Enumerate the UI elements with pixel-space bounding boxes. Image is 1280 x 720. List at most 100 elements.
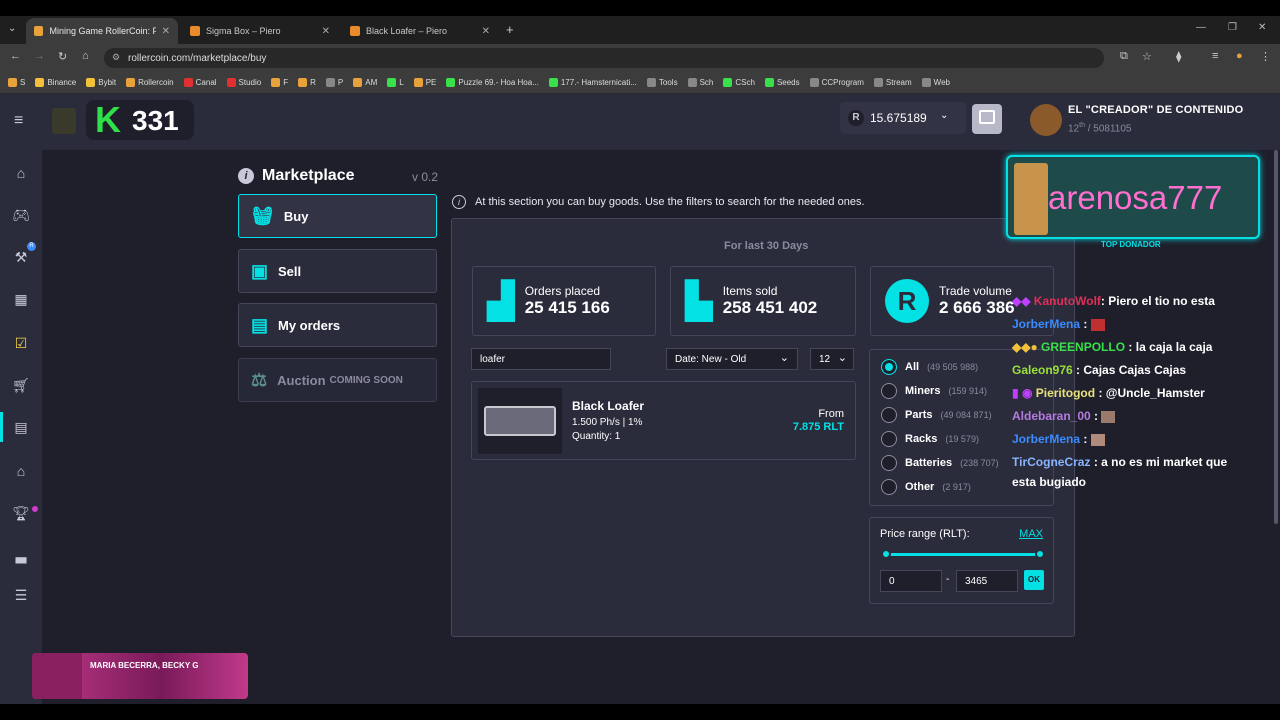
maximize-icon[interactable]: ❐: [1228, 22, 1237, 33]
chat-message: ◆◆● GREENPOLLO : la caja la caja: [1012, 340, 1213, 354]
tab-sigma-box[interactable]: Sigma Box – Piero ✕: [182, 18, 338, 44]
rlt-token-icon: R: [885, 279, 929, 323]
bookmark-item[interactable]: Bybit: [86, 78, 116, 87]
tab-rollercoin[interactable]: Mining Game RollerCoin: Play N ✕: [26, 18, 178, 44]
ok-button[interactable]: OK: [1024, 570, 1044, 590]
bookmark-item[interactable]: Studio: [226, 78, 261, 87]
install-icon[interactable]: ⧉: [1120, 50, 1128, 63]
price-max-input[interactable]: [956, 570, 1018, 592]
forward-icon[interactable]: →: [34, 50, 45, 62]
bookmark-item[interactable]: S: [8, 78, 25, 87]
bank-nav-icon[interactable]: ⌂: [12, 462, 30, 480]
bookmark-item[interactable]: Binance: [35, 78, 76, 87]
sell-button[interactable]: ▣ Sell: [238, 249, 437, 293]
reload-icon[interactable]: ↻: [58, 50, 67, 63]
category-racks[interactable]: Racks (19 579): [881, 431, 979, 447]
slider-max-handle[interactable]: [1035, 549, 1045, 559]
trophy-nav-icon[interactable]: 🏆︎: [12, 504, 30, 522]
per-page-select[interactable]: 12 ⌄: [810, 348, 854, 370]
bookmark-item[interactable]: Seeds: [764, 78, 800, 87]
bookmark-item[interactable]: Tools: [646, 78, 678, 87]
bookmark-favicon-icon: [446, 78, 456, 87]
close-tab-icon[interactable]: ✕: [322, 26, 330, 37]
period-label: For last 30 Days: [724, 240, 809, 252]
price-range-filter: Price range (RLT): MAX - OK: [869, 517, 1054, 604]
store-nav-icon[interactable]: 🛒︎: [12, 376, 30, 394]
category-miners[interactable]: Miners (159 914): [881, 383, 987, 399]
leaderboard-nav-icon[interactable]: ▃: [12, 546, 30, 564]
events-nav-icon[interactable]: ▦: [12, 290, 30, 308]
bookmark-item[interactable]: R: [298, 78, 316, 87]
price-min-input[interactable]: [880, 570, 942, 592]
close-tab-icon[interactable]: ✕: [162, 26, 170, 37]
price-slider-track[interactable]: [885, 553, 1041, 556]
bookmark-item[interactable]: CSch: [723, 78, 755, 87]
bookmark-item[interactable]: L: [387, 78, 404, 87]
bookmark-star-icon[interactable]: ☆: [1142, 50, 1152, 63]
home-icon[interactable]: ⌂: [82, 50, 89, 62]
bookmark-item[interactable]: Stream: [873, 78, 912, 87]
category-all[interactable]: All (49 505 988): [881, 359, 978, 375]
notification-dot: [32, 506, 38, 512]
category-other[interactable]: Other (2 917): [881, 479, 971, 495]
site-info-icon[interactable]: ⚙: [112, 52, 120, 63]
my-orders-button[interactable]: ▤ My orders: [238, 303, 437, 347]
close-tab-icon[interactable]: ✕: [482, 26, 490, 37]
item-card[interactable]: Black Loafer 1.500 Ph/s | 1% Quantity: 1…: [471, 381, 856, 460]
address-bar[interactable]: ⚙ rollercoin.com/marketplace/buy: [104, 48, 1104, 68]
wallet-button[interactable]: [972, 104, 1002, 134]
orders-placed-card: ▟ Orders placed 25 415 166: [472, 266, 656, 336]
tasks-nav-icon[interactable]: ☑: [12, 334, 30, 352]
item-price: 7.875 RLT: [792, 421, 844, 433]
buy-button[interactable]: 🧺︎ Buy: [238, 194, 437, 238]
close-window-icon[interactable]: ✕: [1258, 22, 1266, 33]
hamburger-menu-icon[interactable]: ≡: [14, 112, 23, 130]
level-logo-icon: K: [92, 102, 124, 138]
bookmark-item[interactable]: PE: [413, 78, 436, 87]
tab-strip: ⌄ Mining Game RollerCoin: Play N ✕ Sigma…: [0, 16, 1280, 44]
bookmark-item[interactable]: Canal: [183, 78, 217, 87]
miners-nav-icon[interactable]: ⚒: [12, 248, 30, 266]
slider-min-handle[interactable]: [881, 549, 891, 559]
games-nav-icon[interactable]: 🎮︎: [12, 206, 30, 224]
top-donor-box: arenosa777: [1006, 155, 1260, 239]
bookmark-item[interactable]: Rollercoin: [126, 78, 174, 87]
sort-select[interactable]: Date: New - Old ⌄: [666, 348, 798, 370]
tab-search-icon[interactable]: ⌄: [8, 23, 16, 34]
rollercoin-favicon-icon: [34, 26, 44, 36]
bookmark-item[interactable]: 177.- Hamsternicati...: [548, 78, 637, 87]
category-batteries[interactable]: Batteries (238 707): [881, 455, 999, 471]
bookmark-favicon-icon: [183, 78, 193, 87]
new-tab-icon[interactable]: +: [506, 22, 514, 37]
marketplace-nav-icon[interactable]: ▤: [12, 418, 30, 436]
info-icon: i: [238, 168, 254, 184]
back-icon[interactable]: ←: [10, 50, 21, 62]
scrollbar[interactable]: [1274, 150, 1278, 524]
category-parts[interactable]: Parts (49 084 871): [881, 407, 992, 423]
bookmark-item[interactable]: P: [325, 78, 343, 87]
chat-message: ▮ ◉ Pieritogod : @Uncle_Hamster: [1012, 386, 1205, 400]
tab-black-loafer[interactable]: Black Loafer – Piero ✕: [342, 18, 498, 44]
bookmark-item[interactable]: Web: [921, 78, 950, 87]
bookmark-item[interactable]: Puzzle 69.- Hoa Hoa...: [446, 78, 539, 87]
news-nav-icon[interactable]: ☰: [12, 586, 30, 604]
orders-list-icon: ▤: [251, 314, 269, 335]
bookmark-item[interactable]: CCProgram: [809, 78, 864, 87]
max-link[interactable]: MAX: [1019, 528, 1043, 540]
range-separator: -: [946, 574, 950, 585]
balance-dropdown[interactable]: R 15.675189 ⌄: [840, 102, 966, 134]
bookmark-item[interactable]: F: [271, 78, 288, 87]
media-icon[interactable]: ≡: [1212, 50, 1218, 62]
search-input[interactable]: [471, 348, 611, 370]
extensions-icon[interactable]: ⧫: [1176, 50, 1181, 63]
profile-icon[interactable]: ●: [1236, 50, 1243, 62]
user-avatar[interactable]: [1030, 104, 1062, 136]
bookmark-item[interactable]: Sch: [687, 78, 713, 87]
home-nav-icon[interactable]: ⌂: [12, 164, 30, 182]
bookmark-item[interactable]: AM: [353, 78, 377, 87]
top-donor-label: TOP DONADOR: [1101, 240, 1161, 249]
minimize-icon[interactable]: —: [1196, 22, 1206, 33]
menu-icon[interactable]: ⋮: [1260, 50, 1271, 63]
info-circle-icon: i: [452, 195, 466, 209]
price-range-label: Price range (RLT):: [880, 528, 970, 540]
